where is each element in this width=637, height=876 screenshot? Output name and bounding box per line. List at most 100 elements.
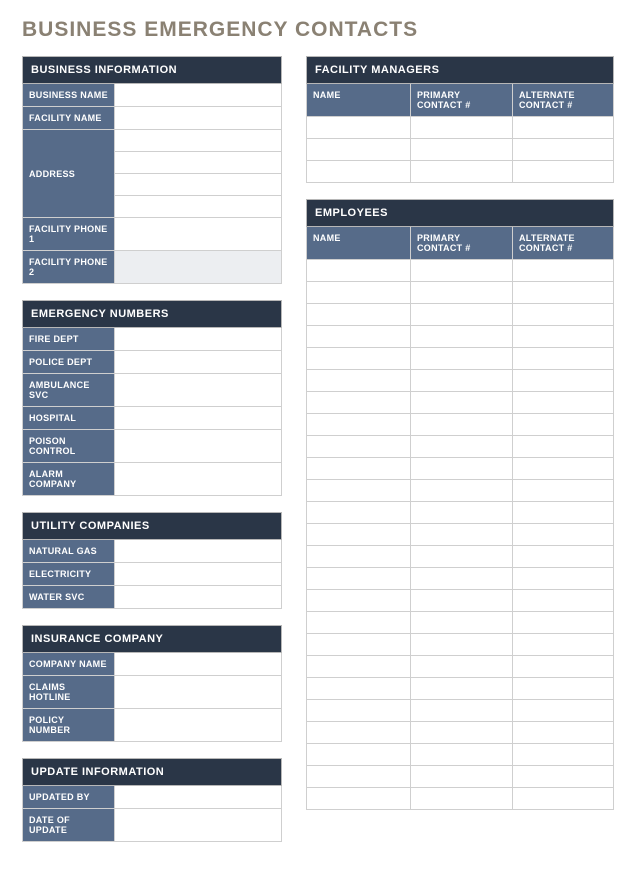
emp-primary-cell[interactable] [411, 678, 513, 699]
emp-primary-cell[interactable] [411, 722, 513, 743]
emp-name-cell[interactable] [307, 326, 411, 347]
address-line-2[interactable] [115, 152, 281, 174]
emp-primary-cell[interactable] [411, 502, 513, 523]
fm-primary-cell[interactable] [411, 139, 513, 160]
emp-name-cell[interactable] [307, 546, 411, 567]
emp-primary-cell[interactable] [411, 370, 513, 391]
emp-primary-cell[interactable] [411, 524, 513, 545]
emp-name-cell[interactable] [307, 788, 411, 809]
emp-primary-cell[interactable] [411, 480, 513, 501]
emp-alternate-cell[interactable] [513, 392, 613, 413]
fm-primary-cell[interactable] [411, 117, 513, 138]
emp-alternate-cell[interactable] [513, 678, 613, 699]
emp-alternate-cell[interactable] [513, 612, 613, 633]
insurance-field[interactable] [115, 653, 281, 675]
emp-alternate-cell[interactable] [513, 546, 613, 567]
emp-name-cell[interactable] [307, 304, 411, 325]
fm-name-cell[interactable] [307, 117, 411, 138]
update-field[interactable] [115, 786, 281, 808]
fm-name-cell[interactable] [307, 139, 411, 160]
emergency-field[interactable] [115, 430, 281, 462]
emp-primary-cell[interactable] [411, 260, 513, 281]
emp-alternate-cell[interactable] [513, 304, 613, 325]
emp-primary-cell[interactable] [411, 392, 513, 413]
facility-name-field[interactable] [115, 107, 281, 129]
emp-name-cell[interactable] [307, 458, 411, 479]
emergency-field[interactable] [115, 328, 281, 350]
emp-alternate-cell[interactable] [513, 260, 613, 281]
emp-name-cell[interactable] [307, 722, 411, 743]
emp-alternate-cell[interactable] [513, 568, 613, 589]
address-line-1[interactable] [115, 130, 281, 152]
emp-primary-cell[interactable] [411, 744, 513, 765]
emp-name-cell[interactable] [307, 656, 411, 677]
insurance-field[interactable] [115, 709, 281, 741]
utility-field[interactable] [115, 563, 281, 585]
fm-alternate-cell[interactable] [513, 161, 613, 182]
emp-alternate-cell[interactable] [513, 370, 613, 391]
emp-primary-cell[interactable] [411, 326, 513, 347]
emp-alternate-cell[interactable] [513, 524, 613, 545]
address-line-3[interactable] [115, 174, 281, 196]
emp-name-cell[interactable] [307, 766, 411, 787]
emp-name-cell[interactable] [307, 436, 411, 457]
insurance-field[interactable] [115, 676, 281, 708]
emp-name-cell[interactable] [307, 634, 411, 655]
emergency-field[interactable] [115, 351, 281, 373]
emp-primary-cell[interactable] [411, 766, 513, 787]
emp-primary-cell[interactable] [411, 568, 513, 589]
emp-primary-cell[interactable] [411, 612, 513, 633]
emp-name-cell[interactable] [307, 524, 411, 545]
emp-primary-cell[interactable] [411, 304, 513, 325]
utility-field[interactable] [115, 540, 281, 562]
emp-primary-cell[interactable] [411, 546, 513, 567]
business-name-field[interactable] [115, 84, 281, 106]
emp-alternate-cell[interactable] [513, 282, 613, 303]
emp-primary-cell[interactable] [411, 414, 513, 435]
emp-name-cell[interactable] [307, 414, 411, 435]
update-field[interactable] [115, 809, 281, 841]
address-line-4[interactable] [115, 196, 281, 218]
emp-alternate-cell[interactable] [513, 744, 613, 765]
emp-alternate-cell[interactable] [513, 634, 613, 655]
emp-name-cell[interactable] [307, 370, 411, 391]
emp-primary-cell[interactable] [411, 700, 513, 721]
emp-alternate-cell[interactable] [513, 480, 613, 501]
emergency-field[interactable] [115, 463, 281, 495]
fm-primary-cell[interactable] [411, 161, 513, 182]
emp-primary-cell[interactable] [411, 788, 513, 809]
emergency-field[interactable] [115, 407, 281, 429]
emp-name-cell[interactable] [307, 612, 411, 633]
emp-name-cell[interactable] [307, 700, 411, 721]
emp-primary-cell[interactable] [411, 348, 513, 369]
emp-alternate-cell[interactable] [513, 414, 613, 435]
emp-alternate-cell[interactable] [513, 348, 613, 369]
facility-phone-1-field[interactable] [115, 218, 281, 250]
emp-primary-cell[interactable] [411, 436, 513, 457]
emp-name-cell[interactable] [307, 590, 411, 611]
fm-alternate-cell[interactable] [513, 139, 613, 160]
emergency-field[interactable] [115, 374, 281, 406]
facility-phone-2-field[interactable] [115, 251, 281, 283]
emp-alternate-cell[interactable] [513, 722, 613, 743]
emp-name-cell[interactable] [307, 568, 411, 589]
emp-alternate-cell[interactable] [513, 326, 613, 347]
emp-primary-cell[interactable] [411, 634, 513, 655]
emp-name-cell[interactable] [307, 392, 411, 413]
emp-alternate-cell[interactable] [513, 700, 613, 721]
emp-name-cell[interactable] [307, 678, 411, 699]
emp-primary-cell[interactable] [411, 590, 513, 611]
emp-name-cell[interactable] [307, 502, 411, 523]
fm-alternate-cell[interactable] [513, 117, 613, 138]
emp-name-cell[interactable] [307, 480, 411, 501]
emp-alternate-cell[interactable] [513, 766, 613, 787]
emp-alternate-cell[interactable] [513, 656, 613, 677]
emp-alternate-cell[interactable] [513, 590, 613, 611]
emp-name-cell[interactable] [307, 260, 411, 281]
emp-alternate-cell[interactable] [513, 788, 613, 809]
emp-primary-cell[interactable] [411, 458, 513, 479]
emp-alternate-cell[interactable] [513, 458, 613, 479]
emp-primary-cell[interactable] [411, 282, 513, 303]
emp-name-cell[interactable] [307, 744, 411, 765]
emp-alternate-cell[interactable] [513, 436, 613, 457]
